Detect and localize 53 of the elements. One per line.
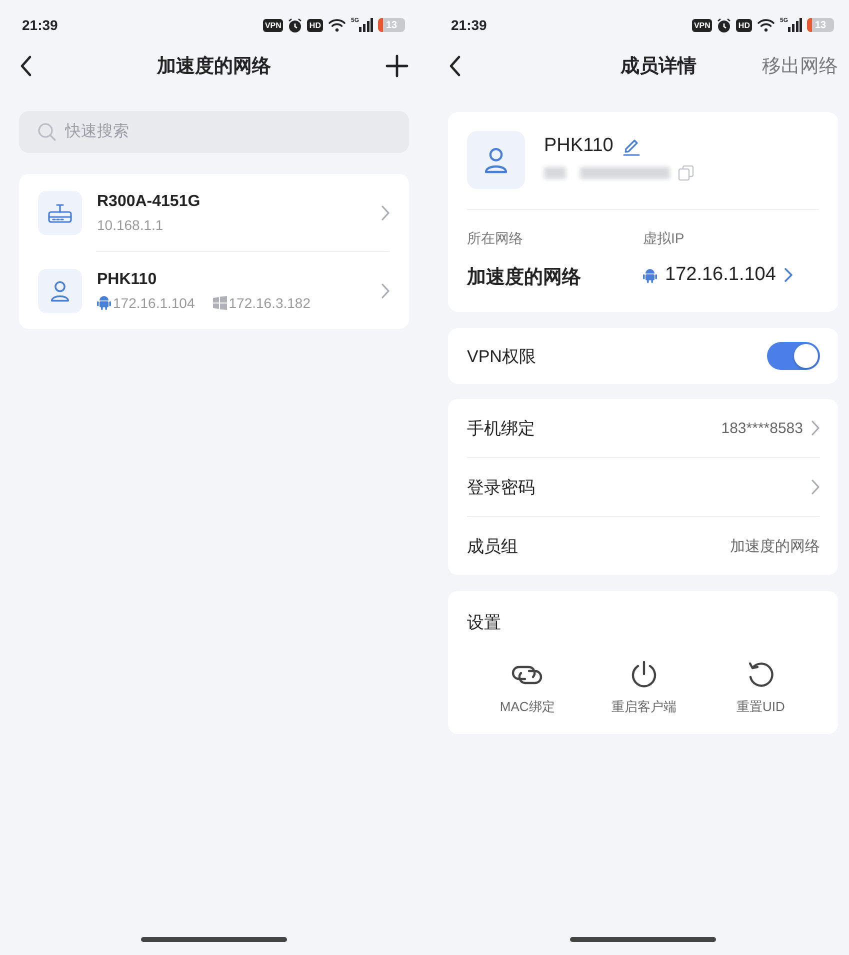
chevron-icon xyxy=(381,204,390,220)
signal-icon xyxy=(359,18,373,32)
router-icon xyxy=(47,202,73,224)
android-icon xyxy=(643,268,657,282)
info-row[interactable]: 登录密码 xyxy=(467,457,820,516)
remove-button[interactable]: 移出网络 xyxy=(762,53,838,79)
member-name: PHK110 xyxy=(544,135,614,157)
device-row[interactable]: PHK110 172.16.1.104 172.16.3.182 xyxy=(96,251,390,329)
chevron-icon[interactable] xyxy=(784,267,793,283)
setting-label: 登录密码 xyxy=(467,476,535,498)
back-icon[interactable] xyxy=(448,55,462,77)
add-icon[interactable] xyxy=(385,54,409,78)
alarm-icon xyxy=(717,18,732,32)
ip-address: 172.16.3.182 xyxy=(228,294,310,310)
field-label: 虚拟IP xyxy=(643,230,686,248)
setting-label: 手机绑定 xyxy=(467,418,535,440)
setting-value: 加速度的网络 xyxy=(730,536,820,556)
signal-icon xyxy=(788,18,802,32)
setting-label: 成员组 xyxy=(467,536,518,558)
vpn-badge: VPN xyxy=(692,18,712,32)
ip-address: 10.168.1.1 xyxy=(97,216,164,232)
setting-value: 183****8583 xyxy=(721,420,803,436)
wifi-icon xyxy=(328,18,346,32)
chevron-icon xyxy=(381,282,390,298)
clock-time: 21:39 xyxy=(451,17,487,33)
power-icon[interactable] xyxy=(629,660,659,690)
hd-badge: HD xyxy=(307,18,323,32)
info-row[interactable]: 手机绑定 183****8583 xyxy=(467,399,820,457)
virtual-ip: 172.16.1.104 xyxy=(665,264,776,286)
page-title: 成员详情 xyxy=(620,54,697,79)
alarm-icon xyxy=(288,18,302,32)
ip-address: 172.16.1.104 xyxy=(113,294,195,310)
setting-label: VPN权限 xyxy=(467,346,536,368)
vpn-badge: VPN xyxy=(262,18,284,32)
field-label: 所在网络 xyxy=(467,230,524,248)
device-name: PHK110 xyxy=(97,270,158,288)
hd-badge: HD xyxy=(736,18,752,32)
action-label[interactable]: 重置UID xyxy=(736,698,785,716)
action-label[interactable]: 重启客户端 xyxy=(612,698,676,716)
section-title: 设置 xyxy=(467,612,501,634)
windows-icon xyxy=(212,296,227,310)
device-name: R300A-4151G xyxy=(97,192,202,210)
device-row[interactable]: R300A-4151G 10.168.1.1 xyxy=(38,174,390,251)
search-icon xyxy=(37,122,57,142)
page-title: 加速度的网络 xyxy=(157,54,271,79)
android-icon xyxy=(97,295,111,310)
toggle-switch[interactable] xyxy=(767,342,820,370)
back-icon[interactable] xyxy=(19,55,33,77)
info-row[interactable]: 成员组 加速度的网络 xyxy=(467,516,820,575)
wifi-icon xyxy=(756,18,775,32)
network-name: 加速度的网络 xyxy=(467,266,582,290)
clock-time: 21:39 xyxy=(22,17,58,33)
action-label[interactable]: MAC绑定 xyxy=(500,698,555,716)
